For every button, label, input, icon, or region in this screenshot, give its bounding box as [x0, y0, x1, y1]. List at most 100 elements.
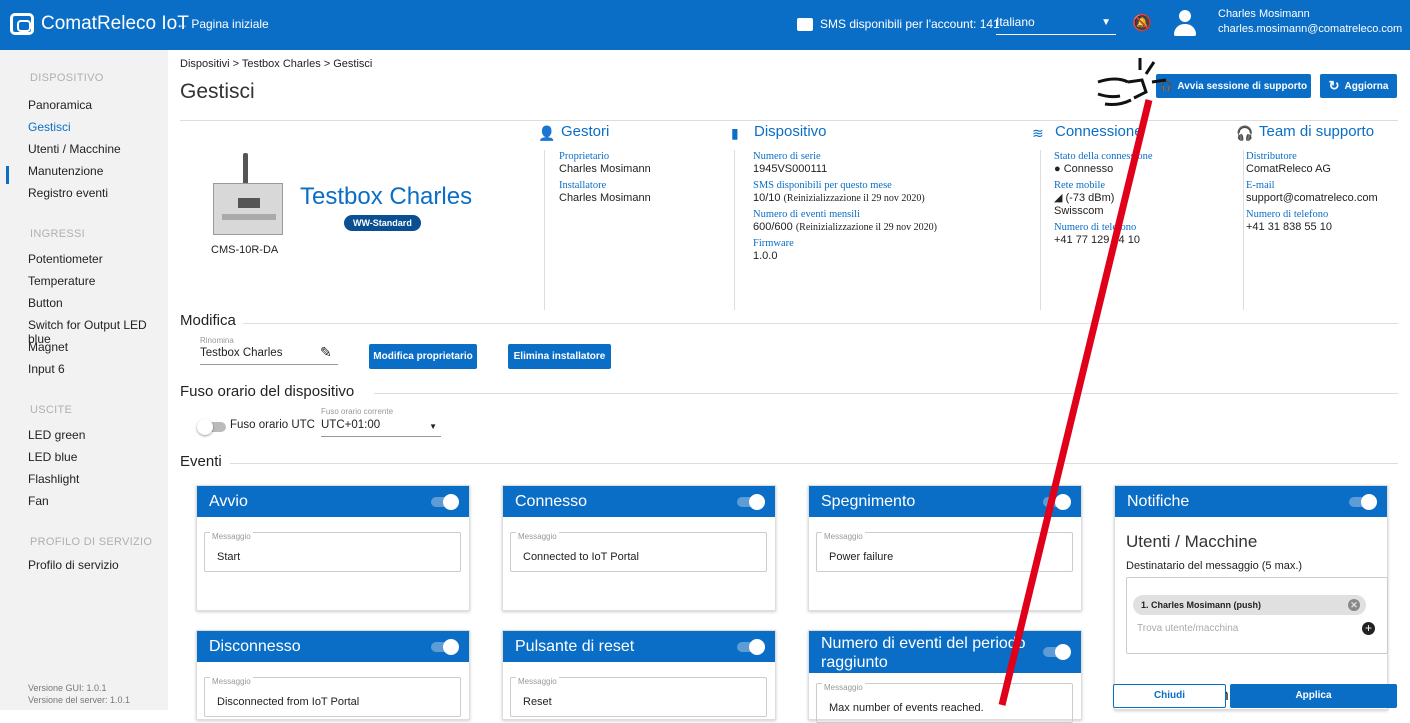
email-value[interactable]: support@comatreleco.com	[1246, 192, 1378, 205]
timezone-section-title: Fuso orario del dispositivo	[180, 383, 355, 400]
message-input[interactable]: Messaggio Connected to IoT Portal	[510, 532, 767, 572]
event-toggle[interactable]	[737, 639, 765, 655]
event-title: Connesso	[515, 493, 588, 510]
event-toggle[interactable]	[431, 639, 459, 655]
avatar[interactable]	[1172, 10, 1198, 36]
mobile-network-label: Rete mobile	[1054, 180, 1106, 191]
home-link[interactable]: ← Pagina iniziale	[176, 17, 269, 31]
owner-label: Proprietario	[559, 151, 610, 162]
chevron-down-icon: ▼	[1101, 17, 1111, 28]
sidebar-item-fan[interactable]: Fan	[28, 494, 49, 508]
recipient-chip-label: 1. Charles Mosimann (push)	[1141, 600, 1262, 610]
app-brand[interactable]: ComatReleco IoT	[10, 13, 189, 35]
connection-status-label: Stato della connessione	[1054, 151, 1153, 162]
event-title: Numero di eventi del periodo raggiunto	[821, 635, 1026, 671]
message-label: Messaggio	[822, 683, 865, 692]
phone-label: Numero di telefono	[1054, 222, 1137, 233]
support-button-label: Avvia sessione di supporto	[1177, 80, 1308, 92]
support-phone-label: Numero di telefono	[1246, 209, 1329, 220]
notifications-off-icon[interactable]: 🔕	[1132, 13, 1152, 33]
sidebar-item-event-log[interactable]: Registro eventi	[28, 186, 108, 200]
connection-panel: ≋ Connessione Stato della connessione ● C…	[1032, 123, 1153, 250]
sidebar-item-service-profile[interactable]: Profilo di servizio	[28, 558, 119, 572]
active-indicator	[6, 166, 9, 184]
sms-counter: SMS disponibili per l'account: 141	[797, 17, 1000, 31]
event-card-reset-button: Pulsante di reset Messaggio Reset	[502, 630, 776, 720]
sidebar-section-service-profile: PROFILO DI SERVIZIO	[30, 536, 153, 548]
events-month-value: 600/600	[753, 221, 793, 233]
event-toggle[interactable]	[1043, 494, 1071, 510]
event-card-disconnected: Disconnesso Messaggio Disconnected from I…	[196, 630, 470, 720]
recipient-search-input[interactable]: Trova utente/macchina	[1137, 623, 1238, 634]
user-menu[interactable]: Charles Mosimann charles.mosimann@comatr…	[1218, 7, 1402, 37]
message-input[interactable]: Messaggio Reset	[510, 677, 767, 717]
close-button[interactable]: Chiudi	[1113, 684, 1226, 708]
event-title: Disconnesso	[209, 638, 301, 655]
message-label: Messaggio	[210, 677, 253, 686]
add-icon[interactable]: +	[1362, 622, 1375, 635]
device-name: Testbox Charles	[300, 183, 473, 210]
event-toggle[interactable]	[737, 494, 765, 510]
events-reset-note: (Reinizializzazione il 29 nov 2020)	[795, 222, 937, 233]
remove-installer-button[interactable]: Elimina installatore	[508, 344, 611, 369]
events-month-label: Numero di eventi mensili	[753, 209, 861, 220]
sms-month-label: SMS disponibili per questo mese	[753, 180, 892, 191]
sidebar-item-potentiometer[interactable]: Potentiometer	[28, 252, 103, 266]
sidebar-item-led-green[interactable]: LED green	[28, 428, 85, 442]
user-email: charles.mosimann@comatreleco.com	[1218, 23, 1403, 35]
sidebar-item-manage[interactable]: Gestisci	[28, 120, 71, 134]
message-input[interactable]: Messaggio Disconnected from IoT Portal	[204, 677, 461, 717]
divider	[230, 463, 1398, 464]
server-version: Versione del server: 1.0.1	[28, 695, 131, 705]
sidebar-item-maintenance[interactable]: Manutenzione	[28, 164, 103, 178]
sidebar-item-flashlight[interactable]: Flashlight	[28, 472, 79, 486]
sidebar-item-overview[interactable]: Panoramica	[28, 98, 92, 112]
message-value: Disconnected from IoT Portal	[217, 696, 360, 708]
message-value: Connected to IoT Portal	[523, 551, 639, 563]
sidebar-item-led-blue[interactable]: LED blue	[28, 450, 77, 464]
installer-value: Charles Mosimann	[559, 192, 651, 204]
event-title: Spegnimento	[821, 493, 916, 510]
language-value: Italiano	[996, 15, 1035, 29]
apply-button[interactable]: Applica	[1230, 684, 1397, 708]
sidebar-item-temperature[interactable]: Temperature	[28, 274, 95, 288]
gui-version: Versione GUI: 1.0.1	[28, 683, 107, 693]
message-input[interactable]: Messaggio Power failure	[816, 532, 1073, 572]
message-value: Start	[217, 551, 241, 563]
sms-month-value: 10/10	[753, 192, 781, 204]
recipient-box	[1126, 577, 1388, 654]
sidebar-item-magnet[interactable]: Magnet	[28, 340, 68, 354]
refresh-icon: ↻	[1328, 78, 1340, 93]
sidebar-item-users[interactable]: Utenti / Macchine	[28, 142, 121, 156]
rename-input[interactable]: Testbox Charles	[200, 347, 338, 365]
notifications-toggle[interactable]	[1349, 494, 1377, 510]
utc-toggle[interactable]	[197, 419, 226, 435]
sidebar-section-device: DISPOSITIVO	[30, 72, 104, 84]
headset-icon: 🎧	[1236, 124, 1254, 141]
recipient-chip[interactable]: 1. Charles Mosimann (push) ✕	[1133, 595, 1366, 615]
message-value: Power failure	[829, 551, 894, 563]
rename-value: Testbox Charles	[200, 347, 283, 359]
close-icon[interactable]: ✕	[1348, 599, 1360, 611]
timezone-select[interactable]: UTC+01:00 ▼	[321, 419, 441, 437]
notifications-title: Notifiche	[1127, 493, 1190, 510]
event-toggle[interactable]	[431, 494, 459, 510]
timezone-value: UTC+01:00	[321, 419, 381, 431]
message-input[interactable]: Messaggio Max number of events reached.	[816, 683, 1073, 723]
chat-icon	[797, 17, 813, 31]
sidebar-item-button[interactable]: Button	[28, 296, 63, 310]
serial-label: Numero di serie	[753, 151, 821, 162]
refresh-button[interactable]: ↻ Aggiorna	[1320, 74, 1397, 98]
event-toggle[interactable]	[1043, 644, 1071, 660]
device-panel: ▮ Dispositivo Numero di serie 1945VS00011…	[731, 123, 937, 266]
language-select[interactable]: Italiano ▼	[996, 15, 1116, 35]
plan-badge: WW-Standard	[344, 215, 421, 231]
connection-title: Connessione	[1055, 123, 1143, 140]
breadcrumb[interactable]: Dispositivi > Testbox Charles > Gestisci	[180, 58, 372, 70]
sidebar-item-input-6[interactable]: Input 6	[28, 362, 65, 376]
message-input[interactable]: Messaggio Start	[204, 532, 461, 572]
edit-pencil-icon[interactable]: ✎	[320, 344, 332, 361]
start-support-session-button[interactable]: 🎧 Avvia sessione di supporto	[1156, 74, 1311, 98]
divider	[243, 323, 1398, 324]
modify-owner-button[interactable]: Modifica proprietario	[369, 344, 477, 369]
